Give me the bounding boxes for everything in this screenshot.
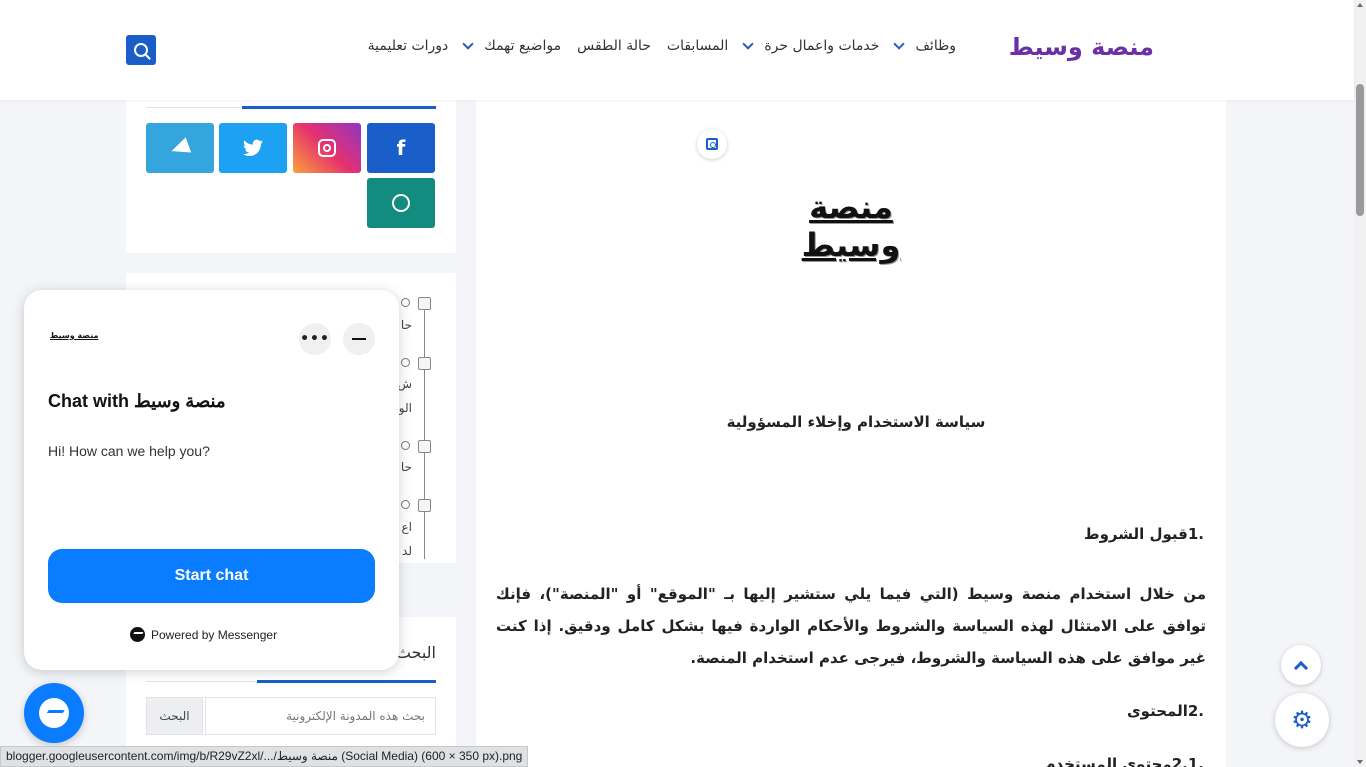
nav-item-contests[interactable]: المسابقات xyxy=(667,38,728,54)
clock-icon xyxy=(401,298,410,307)
main-nav: وظائف خدمات واعمال حرة المسابقات حالة ال… xyxy=(352,38,956,54)
chevron-down-icon xyxy=(462,38,474,50)
timeline-line xyxy=(424,299,425,559)
search-widget-title: البحث xyxy=(395,643,436,662)
page-scrollbar[interactable] xyxy=(1354,0,1366,767)
facebook-icon: f xyxy=(396,136,406,160)
chat-title: Chat with منصة وسيط xyxy=(48,391,226,411)
recent-post-title[interactable]: حا xyxy=(401,460,412,474)
nav-label: خدمات واعمال حرة xyxy=(764,38,880,54)
whatsapp-button[interactable] xyxy=(367,178,435,228)
widget-divider xyxy=(146,107,242,108)
recent-post-title[interactable]: حا xyxy=(401,318,412,332)
messenger-icon xyxy=(39,698,69,728)
status-bar-url: blogger.googleusercontent.com/img/b/R29v… xyxy=(0,746,529,767)
nav-label: دورات تعليمية xyxy=(367,38,449,54)
telegram-button[interactable] xyxy=(146,123,214,173)
nav-item-jobs[interactable]: وظائف xyxy=(893,38,956,54)
widget-divider xyxy=(146,681,257,682)
nav-item-weather[interactable]: حالة الطقس xyxy=(577,38,651,54)
policy-title: سياسة الاستخدام وإخلاء المسؤولية xyxy=(726,413,986,431)
nav-label: حالة الطقس xyxy=(577,38,651,54)
widget-underline xyxy=(242,106,436,109)
minimize-icon xyxy=(352,338,366,340)
section-heading: .2المحتوى xyxy=(1126,702,1204,720)
messenger-icon xyxy=(130,627,145,642)
site-brand[interactable]: منصة وسيط xyxy=(1009,33,1154,61)
powered-by-label: Powered by Messenger xyxy=(151,627,278,642)
article-body: منصة وسيط سياسة الاستخدام وإخلاء المسؤول… xyxy=(476,100,1226,767)
scroll-down-arrow[interactable] xyxy=(1357,760,1363,764)
widget-underline xyxy=(257,680,436,683)
chevron-down-icon xyxy=(742,38,754,50)
section-heading: .2.1محتوى المستخدم xyxy=(1044,755,1204,767)
search-submit-button[interactable]: البحث xyxy=(146,697,203,735)
facebook-button[interactable]: f xyxy=(367,123,435,173)
nav-item-freelance[interactable]: خدمات واعمال حرة xyxy=(742,38,880,54)
chevron-up-icon xyxy=(1293,660,1309,675)
nav-item-topics[interactable]: مواضيع تهمك xyxy=(462,38,562,54)
section-heading: .1قبول الشروط xyxy=(1084,525,1204,543)
scroll-to-top-button[interactable] xyxy=(1281,645,1321,685)
start-chat-button[interactable]: Start chat xyxy=(48,549,375,603)
instagram-button[interactable] xyxy=(293,123,361,173)
recent-post-title[interactable]: لد xyxy=(402,544,412,558)
timeline-marker xyxy=(418,297,431,310)
more-options-button[interactable]: ••• xyxy=(299,323,331,355)
timeline-marker xyxy=(418,440,431,453)
recent-post-title[interactable]: اع xyxy=(402,520,413,534)
nav-label: وظائف xyxy=(915,38,956,54)
article-logo-image: منصة وسيط xyxy=(801,188,901,264)
scrollbar-thumb[interactable] xyxy=(1356,84,1364,216)
nav-item-courses[interactable]: دورات تعليمية xyxy=(368,38,449,54)
chevron-down-icon xyxy=(893,38,906,50)
telegram-icon xyxy=(168,137,192,159)
settings-button[interactable]: ⚙ xyxy=(1275,693,1329,747)
powered-by: Powered by Messenger xyxy=(130,627,277,642)
timeline-marker xyxy=(418,357,431,370)
chat-page-logo: منصة وسيط xyxy=(50,331,99,340)
clock-icon xyxy=(401,441,410,450)
instagram-icon xyxy=(318,139,336,157)
more-icon: ••• xyxy=(300,331,330,347)
twitter-button[interactable] xyxy=(219,123,287,173)
social-widget: f xyxy=(126,100,456,253)
scroll-up-arrow[interactable] xyxy=(1357,3,1363,7)
search-input[interactable] xyxy=(205,697,436,735)
nav-label: مواضيع تهمك xyxy=(484,38,562,54)
messenger-launcher-button[interactable] xyxy=(24,683,84,743)
twitter-icon xyxy=(243,139,263,156)
search-icon xyxy=(134,43,148,57)
article-paragraph: من خلال استخدام منصة وسيط (التي فيما يلي… xyxy=(496,585,1206,667)
chat-greeting: Hi! How can we help you? xyxy=(48,443,210,459)
recent-post-title[interactable]: الو xyxy=(399,401,412,415)
image-scan-icon[interactable] xyxy=(697,129,727,159)
site-header: منصة وسيط وظائف خدمات واعمال حرة المسابق… xyxy=(0,0,1354,100)
minimize-button[interactable] xyxy=(343,323,375,355)
clock-icon xyxy=(401,358,410,367)
timeline-marker xyxy=(418,499,431,512)
recent-post-title[interactable]: ش xyxy=(397,377,412,391)
clock-icon xyxy=(401,500,410,509)
header-search-button[interactable] xyxy=(126,35,156,65)
messenger-chat-panel: منصة وسيط ••• Chat with منصة وسيط Hi! Ho… xyxy=(24,290,399,670)
scan-glyph xyxy=(706,138,718,150)
whatsapp-icon xyxy=(392,194,410,212)
gear-icon: ⚙ xyxy=(1291,706,1313,734)
nav-label: المسابقات xyxy=(666,38,729,54)
